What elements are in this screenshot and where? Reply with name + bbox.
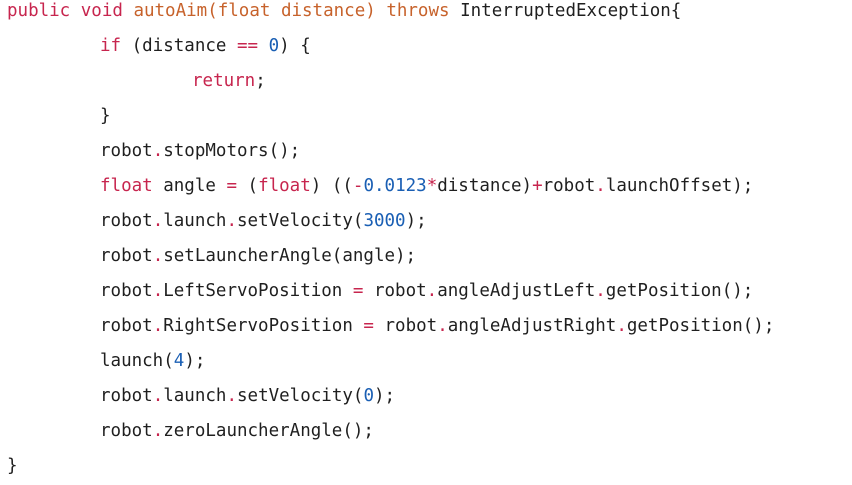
code-token: . bbox=[152, 246, 164, 266]
code-line-1: public void autoAim(float distance) thro… bbox=[7, 0, 681, 22]
code-token: return bbox=[192, 71, 256, 91]
code-token: LeftServoPosition bbox=[163, 281, 353, 301]
code-token: zeroLauncherAngle(); bbox=[163, 421, 374, 441]
code-token: . bbox=[152, 316, 164, 336]
code-line-12: robot.launch.setVelocity(0); bbox=[100, 385, 395, 407]
code-token: launchOffset); bbox=[605, 176, 754, 196]
code-token: } bbox=[100, 106, 111, 126]
code-token: = bbox=[352, 281, 364, 301]
code-token: (float distance) bbox=[207, 1, 387, 21]
code-token: angleAdjustRight bbox=[447, 316, 617, 336]
code-token: robot bbox=[100, 386, 153, 406]
code-token: . bbox=[426, 281, 438, 301]
code-token: } bbox=[7, 456, 18, 476]
code-token: ( bbox=[237, 176, 259, 196]
code-token: ) (( bbox=[310, 176, 353, 196]
code-token: + bbox=[532, 176, 543, 196]
code-token: throws bbox=[386, 1, 450, 21]
code-line-2: if (distance == 0) { bbox=[100, 35, 311, 57]
code-token: 3000 bbox=[363, 211, 406, 231]
code-token: setVelocity( bbox=[237, 211, 364, 231]
code-line-8: robot.setLauncherAngle(angle); bbox=[100, 245, 416, 267]
code-token: 0.0123 bbox=[363, 176, 427, 196]
code-token: 4 bbox=[173, 351, 185, 371]
code-token: getPosition(); bbox=[605, 281, 754, 301]
code-token: distance) bbox=[437, 176, 533, 196]
code-token: robot bbox=[100, 246, 153, 266]
code-token: == bbox=[236, 36, 259, 56]
code-line-5: robot.stopMotors(); bbox=[100, 140, 300, 162]
code-line-11: launch(4); bbox=[100, 350, 205, 372]
code-token: angle bbox=[152, 176, 227, 196]
code-token: . bbox=[152, 386, 164, 406]
code-token: = bbox=[363, 316, 374, 336]
code-token: . bbox=[616, 316, 627, 336]
code-token: 0 bbox=[268, 36, 280, 56]
code-line-7: robot.launch.setVelocity(3000); bbox=[100, 210, 427, 232]
code-token: . bbox=[152, 211, 164, 231]
code-token: . bbox=[226, 211, 237, 231]
code-token: robot bbox=[363, 281, 427, 301]
code-token: ; bbox=[255, 71, 266, 91]
code-line-9: robot.LeftServoPosition = robot.angleAdj… bbox=[100, 280, 753, 302]
code-token: robot bbox=[100, 421, 153, 441]
code-token: . bbox=[152, 141, 164, 161]
code-line-4: } bbox=[100, 105, 111, 127]
code-view: public void autoAim(float distance) thro… bbox=[0, 0, 852, 485]
code-token: robot bbox=[100, 316, 153, 336]
code-token: . bbox=[595, 176, 606, 196]
code-token: float bbox=[100, 176, 153, 196]
code-token: launch bbox=[163, 211, 227, 231]
code-token: launch( bbox=[100, 351, 174, 371]
code-line-6: float angle = (float) ((-0.0123*distance… bbox=[100, 175, 753, 197]
code-token: robot bbox=[100, 211, 153, 231]
code-token: ) { bbox=[279, 36, 311, 56]
code-token: . bbox=[226, 386, 237, 406]
code-token: getPosition(); bbox=[626, 316, 775, 336]
code-token: setLauncherAngle(angle); bbox=[163, 246, 417, 266]
code-token: - bbox=[352, 176, 364, 196]
code-token: . bbox=[152, 281, 164, 301]
code-token: robot bbox=[542, 176, 596, 196]
code-line-13: robot.zeroLauncherAngle(); bbox=[100, 420, 374, 442]
code-token: robot bbox=[100, 281, 153, 301]
code-token: public void bbox=[7, 1, 134, 21]
code-token: . bbox=[595, 281, 606, 301]
code-token: ); bbox=[373, 386, 396, 406]
code-token: * bbox=[426, 176, 438, 196]
code-token: 0 bbox=[363, 386, 374, 406]
code-token: angleAdjustLeft bbox=[437, 281, 596, 301]
code-token: . bbox=[437, 316, 448, 336]
code-line-14: } bbox=[7, 455, 18, 477]
code-line-3: return; bbox=[192, 70, 266, 92]
code-line-10: robot.RightServoPosition = robot.angleAd… bbox=[100, 315, 774, 337]
code-token: autoAim bbox=[133, 1, 208, 21]
code-token: if bbox=[100, 36, 122, 56]
code-token: ); bbox=[405, 211, 427, 231]
code-token: float bbox=[258, 176, 311, 196]
code-token: robot bbox=[100, 141, 153, 161]
code-token: stopMotors(); bbox=[163, 141, 301, 161]
code-token: robot bbox=[373, 316, 438, 336]
code-token: launch bbox=[163, 386, 227, 406]
code-token: ); bbox=[184, 351, 206, 371]
code-token: (distance bbox=[121, 36, 237, 56]
code-token: . bbox=[152, 421, 164, 441]
code-token: RightServoPosition bbox=[163, 316, 364, 336]
code-token: = bbox=[226, 176, 237, 196]
code-token: setVelocity( bbox=[237, 386, 364, 406]
code-token: InterruptedException{ bbox=[449, 1, 682, 21]
